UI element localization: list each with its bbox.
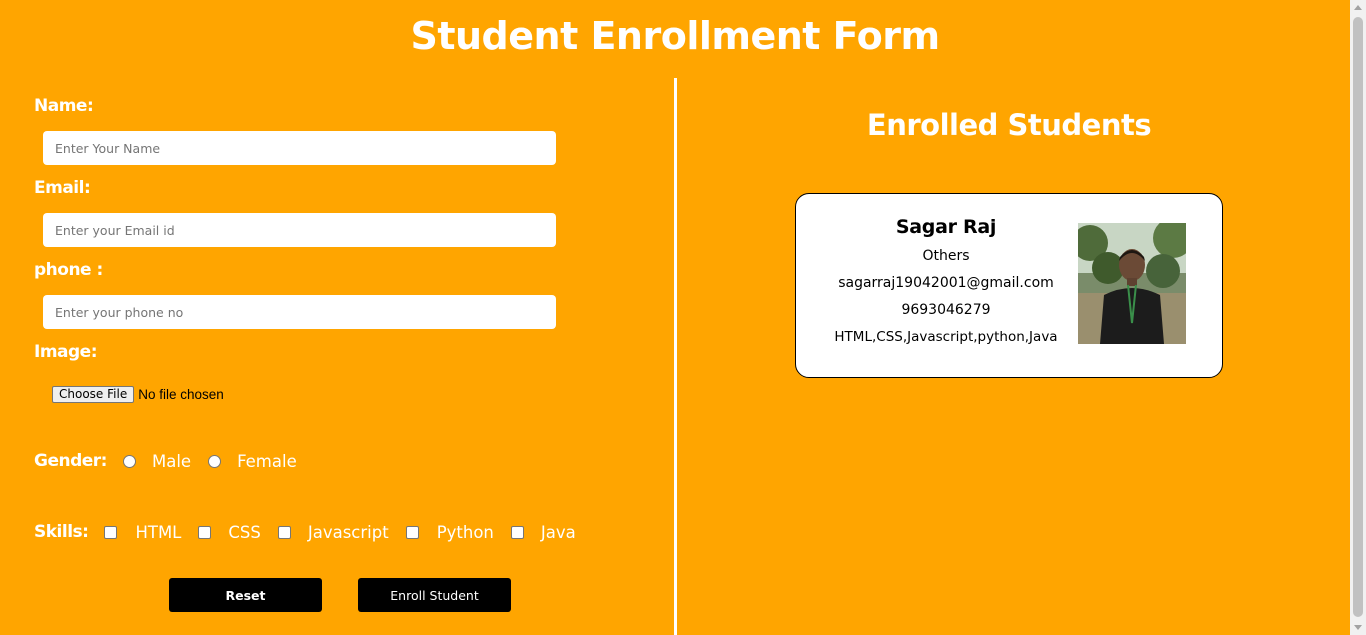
reset-button[interactable]: Reset [169, 578, 322, 612]
choose-file-button[interactable]: Choose File [52, 386, 135, 403]
student-skills: HTML,CSS,Javascript,python,Java [834, 329, 1058, 345]
skills-label: Skills: [34, 522, 89, 542]
name-label: Name: [34, 96, 94, 116]
skill-html-checkbox[interactable] [104, 525, 118, 539]
student-photo [1078, 223, 1186, 344]
scroll-thumb[interactable] [1353, 17, 1363, 617]
skill-python-checkbox[interactable] [405, 525, 419, 539]
name-input[interactable] [43, 131, 556, 165]
file-status: No file chosen [138, 387, 224, 402]
student-gender: Others [922, 248, 970, 264]
student-name: Sagar Raj [895, 216, 997, 238]
skill-javascript-checkbox[interactable] [277, 525, 291, 539]
scroll-down-icon[interactable] [1354, 625, 1362, 630]
gender-label: Gender: [34, 451, 107, 471]
image-file-input: Choose File No file chosen [52, 386, 224, 403]
phone-input[interactable] [43, 295, 556, 329]
student-phone: 9693046279 [901, 302, 991, 318]
skill-html-label: HTML [135, 522, 182, 542]
email-label: Email: [34, 178, 91, 198]
gender-female-radio[interactable] [208, 454, 222, 468]
skill-css-label: CSS [228, 522, 261, 542]
student-info: Sagar Raj Others sagarraj19042001@gmail.… [826, 216, 1066, 356]
page-scrollbar[interactable] [1350, 0, 1366, 635]
page-title: Student Enrollment Form [410, 14, 940, 58]
skill-java-checkbox[interactable] [510, 525, 524, 539]
skill-css-checkbox[interactable] [198, 525, 212, 539]
skill-java-label: Java [540, 522, 576, 542]
gender-female-label: Female [237, 451, 297, 471]
student-card: Sagar Raj Others sagarraj19042001@gmail.… [795, 193, 1223, 378]
phone-label: phone : [34, 260, 103, 280]
enroll-student-button[interactable]: Enroll Student [358, 578, 511, 612]
email-input[interactable] [43, 213, 556, 247]
gender-male-label: Male [151, 451, 192, 471]
scroll-up-icon[interactable] [1354, 5, 1362, 10]
skill-python-label: Python [436, 522, 494, 542]
skill-javascript-label: Javascript [307, 522, 389, 542]
gender-male-radio[interactable] [122, 454, 136, 468]
student-email: sagarraj19042001@gmail.com [838, 275, 1054, 291]
image-label: Image: [34, 342, 98, 362]
section-divider [674, 78, 677, 635]
gender-row: Gender: Male Female [34, 451, 297, 471]
skills-row: Skills: HTML CSS Javascript Python Java [34, 522, 576, 542]
enrolled-students-title: Enrolled Students [866, 108, 1152, 142]
